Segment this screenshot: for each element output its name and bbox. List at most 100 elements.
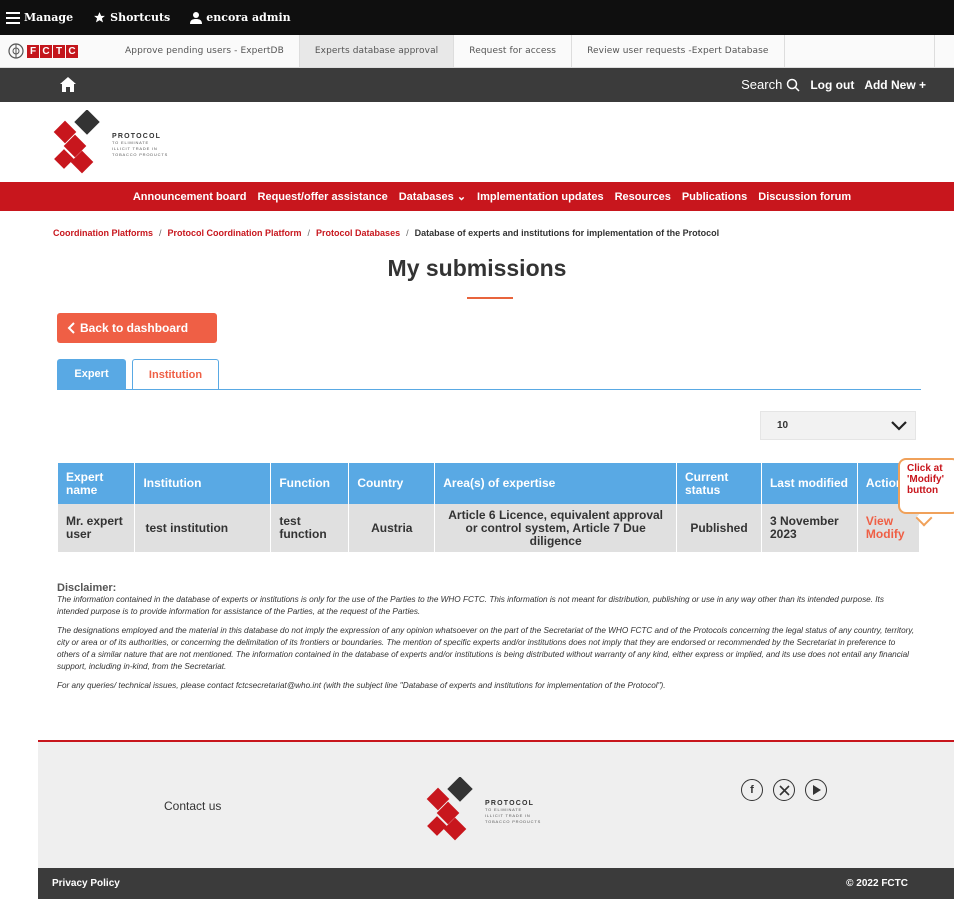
nav-item-databases[interactable]: Databases ⌄ (399, 190, 466, 203)
shortcut-tab[interactable]: Approve pending users - ExpertDB (110, 35, 300, 67)
logo-text: PROTOCOL TO ELIMINATE ILLICIT TRADE IN T… (112, 133, 169, 158)
cell-function: test function (270, 504, 350, 552)
protocol-logo[interactable]: PROTOCOL TO ELIMINATE ILLICIT TRADE IN T… (52, 109, 252, 176)
column-header: Last modified (761, 463, 858, 504)
logout-link[interactable]: Log out (810, 78, 854, 92)
shortcut-tab-label: Approve pending users - ExpertDB (125, 46, 284, 56)
search-link[interactable]: Search (741, 77, 800, 92)
shortcut-tab-label: Request for access (469, 46, 557, 56)
social-links: f (741, 779, 827, 801)
shortcut-tray-handle[interactable] (934, 35, 954, 67)
column-header: Function (270, 463, 350, 504)
disclaimer: Disclaimer: The information contained in… (57, 582, 917, 699)
tab-institution[interactable]: Institution (132, 359, 219, 389)
logo-line: TOBACCO PRODUCTS (112, 152, 169, 157)
shortcut-tab[interactable]: Review user requests -Expert Database (572, 35, 785, 67)
manage-menu[interactable]: Manage (6, 11, 73, 24)
fctc-letter: C (40, 44, 52, 58)
user-menu[interactable]: encora admin (190, 11, 291, 24)
disclaimer-paragraph: For any queries/ technical issues, pleas… (57, 681, 666, 690)
shortcuts-menu[interactable]: Shortcuts (93, 11, 170, 24)
breadcrumb-link[interactable]: Protocol Databases (316, 228, 400, 238)
site-top-bar: Search Log out Add New + (0, 68, 954, 102)
cell-institution: test institution (134, 504, 272, 552)
table-header-row: Expert name Institution Function Country… (58, 463, 921, 504)
x-twitter-icon[interactable] (773, 779, 795, 801)
shortcut-tab-label: Experts database approval (314, 46, 439, 56)
cell-country: Austria (348, 504, 436, 552)
title-underline (467, 297, 513, 299)
disclaimer-paragraph: The information contained in the databas… (57, 595, 884, 616)
search-icon (787, 78, 800, 92)
back-to-dashboard-button[interactable]: Back to dashboard (57, 313, 217, 343)
page-size-value: 10 (777, 420, 789, 431)
back-button-label: Back to dashboard (80, 321, 189, 335)
home-icon[interactable] (60, 77, 76, 92)
admin-toolbar: Manage Shortcuts encora admin (0, 0, 954, 35)
tab-expert[interactable]: Expert (57, 359, 126, 389)
youtube-play-icon[interactable] (805, 779, 827, 801)
chevron-down-icon (891, 420, 907, 431)
breadcrumb-separator: / (307, 228, 311, 238)
privacy-policy-link[interactable]: Privacy Policy (52, 878, 120, 889)
shortcut-tab[interactable]: Request for access (454, 35, 573, 67)
column-header: Area(s) of expertise (434, 463, 677, 504)
search-label: Search (741, 77, 783, 92)
shortcut-tab[interactable]: Experts database approval (299, 35, 455, 67)
column-header: Expert name (58, 463, 136, 504)
page-size-select[interactable]: 10 (760, 411, 916, 440)
cell-expert-name: Mr. expert user (58, 504, 136, 552)
main-navigation: Announcement board Request/offer assista… (0, 182, 954, 211)
nav-item-implementation[interactable]: Implementation updates (477, 191, 604, 203)
footer-protocol-logo[interactable]: PROTOCOL TO ELIMINATE ILLICIT TRADE IN T… (425, 776, 565, 843)
nav-item-resources[interactable]: Resources (615, 191, 671, 203)
chevron-left-icon (67, 322, 75, 334)
protocol-diamonds-logo (426, 776, 473, 841)
submissions-table: Expert name Institution Function Country… (58, 463, 921, 552)
cell-expertise: Article 6 Licence, equivalent approval o… (434, 504, 677, 552)
nav-item-publications[interactable]: Publications (682, 191, 747, 203)
shortcut-tab-label: Review user requests -Expert Database (587, 46, 769, 56)
tabs-divider (57, 389, 921, 390)
fctc-letter: T (53, 44, 65, 58)
annotation-callout: Click at 'Modify' button (898, 458, 954, 514)
logo-line: TOBACCO PRODUCTS (485, 819, 542, 824)
page-title: My submissions (387, 255, 567, 281)
breadcrumb-link[interactable]: Coordination Platforms (53, 228, 153, 238)
breadcrumb-current: Database of experts and institutions for… (414, 228, 720, 238)
user-icon (190, 12, 203, 24)
hamburger-icon (6, 11, 20, 24)
fctc-letter: C (66, 44, 78, 58)
add-new-link[interactable]: Add New + (864, 78, 926, 92)
facebook-icon[interactable]: f (741, 779, 763, 801)
fctc-letter: F (27, 44, 39, 58)
star-icon (94, 12, 106, 23)
disclaimer-heading: Disclaimer: (57, 582, 117, 594)
cell-status: Published (676, 504, 762, 552)
who-emblem-icon (8, 43, 24, 59)
footer-logo-text: PROTOCOL TO ELIMINATE ILLICIT TRADE IN T… (485, 800, 542, 825)
column-header: Institution (134, 463, 272, 504)
column-header: Country (348, 463, 436, 504)
fctc-letters: F C T C (27, 44, 78, 58)
modify-link[interactable]: Modify (866, 528, 911, 541)
disclaimer-paragraph: The designations employed and the materi… (57, 626, 915, 671)
cell-last-modified: 3 November 2023 (761, 504, 858, 552)
protocol-diamonds-logo (53, 109, 100, 174)
copyright: © 2022 FCTC (846, 878, 908, 889)
breadcrumb-link[interactable]: Protocol Coordination Platform (168, 228, 302, 238)
fctc-logo[interactable]: F C T C (0, 35, 110, 67)
nav-item-assistance[interactable]: Request/offer assistance (258, 191, 388, 203)
bottom-bar: Privacy Policy © 2022 FCTC (38, 868, 954, 899)
breadcrumb-separator: / (406, 228, 409, 238)
shortcut-tray: F C T C Approve pending users - ExpertDB… (0, 35, 954, 68)
breadcrumb-separator: / (159, 228, 162, 238)
column-header: Current status (676, 463, 762, 504)
nav-item-announcement[interactable]: Announcement board (133, 191, 247, 203)
nav-item-forum[interactable]: Discussion forum (758, 191, 851, 203)
contact-us-link[interactable]: Contact us (164, 799, 221, 813)
breadcrumb: Coordination Platforms / Protocol Coordina… (53, 228, 719, 238)
manage-label: Manage (24, 11, 74, 24)
submission-tabs: Expert Institution (57, 359, 219, 389)
shortcuts-label: Shortcuts (110, 11, 171, 24)
